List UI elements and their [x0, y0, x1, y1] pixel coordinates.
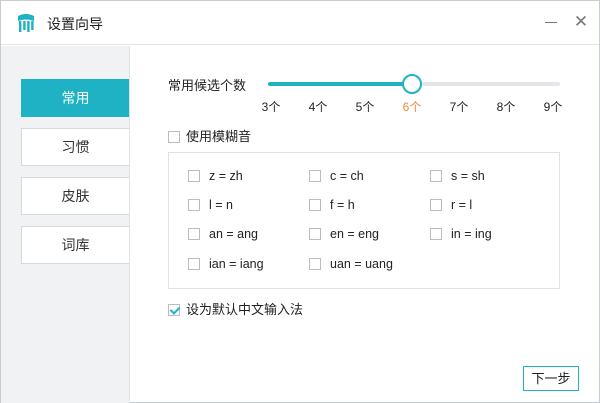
- minimize-icon: [545, 22, 557, 23]
- fuzzy-option-label: r = l: [451, 198, 473, 212]
- default-ime-label: 设为默认中文输入法: [186, 302, 304, 317]
- fuzzy-option-label: z = zh: [209, 169, 243, 183]
- sidebar-item-common[interactable]: 常用: [21, 79, 129, 117]
- close-button[interactable]: ✕: [571, 12, 591, 32]
- fuzzy-option[interactable]: f = h: [309, 198, 355, 212]
- default-ime-checkbox[interactable]: [168, 303, 180, 316]
- fuzzy-pinyin-checkbox[interactable]: [168, 130, 180, 143]
- title-bar: 设置向导 ✕: [1, 1, 599, 45]
- candidate-count-option[interactable]: 5个: [356, 98, 375, 115]
- setup-wizard-window: 设置向导 ✕ 常用 习惯 皮肤 词库 常用候选个数 3个 4个 5个 6个 7个 8个 9个…: [0, 0, 600, 403]
- fuzzy-pinyin-toggle[interactable]: 使用模糊音: [168, 126, 251, 145]
- next-button[interactable]: 下一步: [523, 366, 579, 391]
- app-logo-icon: [18, 14, 34, 32]
- fuzzy-option-label: c = ch: [330, 169, 364, 183]
- fuzzy-option[interactable]: ian = iang: [188, 257, 264, 271]
- fuzzy-option-checkbox[interactable]: [188, 198, 200, 211]
- candidate-count-ticks: 3个 4个 5个 6个 7个 8个 9个: [251, 98, 571, 116]
- candidate-count-option[interactable]: 6个: [403, 98, 422, 115]
- fuzzy-option[interactable]: en = eng: [309, 227, 379, 241]
- fuzzy-option-checkbox[interactable]: [188, 227, 200, 240]
- sidebar-item-habits[interactable]: 习惯: [21, 128, 129, 166]
- fuzzy-option-checkbox[interactable]: [430, 198, 442, 211]
- settings-panel: 常用候选个数 3个 4个 5个 6个 7个 8个 9个 使用模糊音 z = zh c = ch…: [131, 46, 599, 403]
- fuzzy-option-checkbox[interactable]: [430, 227, 442, 240]
- fuzzy-option-checkbox[interactable]: [430, 169, 442, 182]
- fuzzy-option[interactable]: an = ang: [188, 227, 258, 241]
- fuzzy-option-checkbox[interactable]: [188, 169, 200, 182]
- fuzzy-option-label: en = eng: [330, 227, 380, 241]
- fuzzy-option[interactable]: s = sh: [430, 169, 485, 183]
- minimize-button[interactable]: [541, 12, 561, 32]
- fuzzy-option-checkbox[interactable]: [309, 257, 321, 270]
- fuzzy-option[interactable]: c = ch: [309, 169, 364, 183]
- fuzzy-option-checkbox[interactable]: [309, 198, 321, 211]
- default-ime-toggle[interactable]: 设为默认中文输入法: [168, 299, 303, 318]
- sidebar: 常用 习惯 皮肤 词库: [1, 46, 130, 403]
- sidebar-item-dictionary[interactable]: 词库: [21, 226, 129, 264]
- fuzzy-option-label: an = ang: [209, 227, 259, 241]
- fuzzy-option-label: f = h: [330, 198, 355, 212]
- fuzzy-option-label: s = sh: [451, 169, 485, 183]
- candidate-count-option[interactable]: 4个: [309, 98, 328, 115]
- fuzzy-option[interactable]: in = ing: [430, 227, 492, 241]
- sidebar-item-skins[interactable]: 皮肤: [21, 177, 129, 215]
- window-title: 设置向导: [47, 16, 103, 32]
- fuzzy-option-label: l = n: [209, 198, 233, 212]
- fuzzy-option-checkbox[interactable]: [188, 257, 200, 270]
- fuzzy-option[interactable]: r = l: [430, 198, 472, 212]
- fuzzy-option-checkbox[interactable]: [309, 227, 321, 240]
- fuzzy-pinyin-options: z = zh c = ch s = sh l = n f = h r = l an = an…: [168, 152, 560, 289]
- close-icon: ✕: [573, 12, 589, 31]
- fuzzy-pinyin-label: 使用模糊音: [186, 129, 252, 144]
- candidate-count-label: 常用候选个数: [168, 78, 247, 93]
- fuzzy-option-checkbox[interactable]: [309, 169, 321, 182]
- fuzzy-option[interactable]: uan = uang: [309, 257, 393, 271]
- candidate-count-thumb[interactable]: [402, 74, 422, 94]
- fuzzy-option[interactable]: z = zh: [188, 169, 243, 183]
- candidate-count-option[interactable]: 8个: [497, 98, 516, 115]
- fuzzy-option-label: uan = uang: [330, 257, 393, 271]
- candidate-count-option[interactable]: 7个: [450, 98, 469, 115]
- candidate-count-option[interactable]: 9个: [544, 98, 563, 115]
- fuzzy-option-label: ian = iang: [209, 257, 264, 271]
- candidate-count-option[interactable]: 3个: [262, 98, 281, 115]
- fuzzy-option[interactable]: l = n: [188, 198, 233, 212]
- candidate-count-fill: [268, 82, 412, 86]
- fuzzy-option-label: in = ing: [451, 227, 492, 241]
